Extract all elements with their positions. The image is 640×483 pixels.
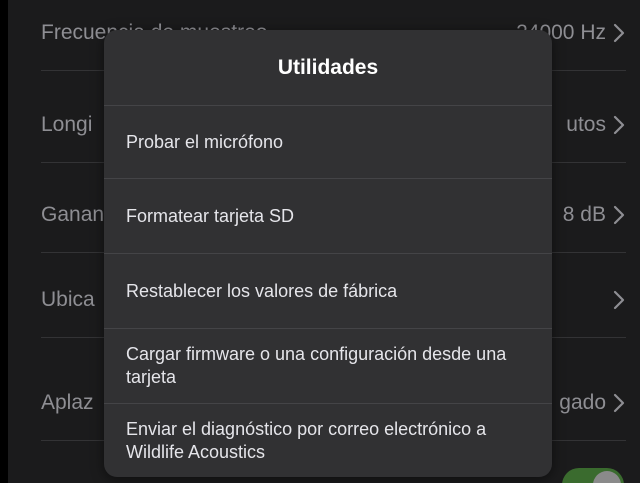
menu-item-label: Probar el micrófono <box>126 131 284 152</box>
chevron-right-icon <box>613 115 625 135</box>
menu-item-load-firmware[interactable]: Cargar firmware o una configuración desd… <box>104 329 552 404</box>
chevron-right-icon <box>613 205 625 225</box>
menu-item-test-microphone[interactable]: Probar el micrófono <box>104 106 552 179</box>
chevron-right-icon <box>613 23 625 43</box>
menu-item-factory-reset[interactable]: Restablecer los valores de fábrica <box>104 254 552 329</box>
menu-item-label: Enviar el diagnóstico por correo electró… <box>126 418 487 462</box>
chevron-right-icon <box>613 290 625 310</box>
settings-row-value-text: utos <box>566 113 606 136</box>
menu-item-format-sd-card[interactable]: Formatear tarjeta SD <box>104 179 552 254</box>
menu-item-label: Restablecer los valores de fábrica <box>126 280 398 301</box>
settings-row-value: gado <box>559 391 626 415</box>
settings-row-label: Ganan <box>41 203 105 226</box>
menu-title: Utilidades <box>104 30 552 106</box>
settings-row-value <box>606 290 626 310</box>
settings-row-value-text: gado <box>559 391 606 414</box>
settings-row-label: Longi <box>41 113 93 136</box>
screen: Frecuencia de muestreo 24000 Hz Longi ut… <box>0 0 640 483</box>
settings-row-value: utos <box>566 113 626 137</box>
menu-item-label: Formatear tarjeta SD <box>126 205 295 226</box>
utilities-menu: Utilidades Probar el micrófono Formatear… <box>104 30 552 477</box>
settings-row-label: Aplaz <box>41 391 94 414</box>
settings-toggle-switch[interactable] <box>562 468 624 483</box>
menu-item-email-diagnostics[interactable]: Enviar el diagnóstico por correo electró… <box>104 404 552 477</box>
menu-item-label: Cargar firmware o una configuración desd… <box>126 344 507 387</box>
settings-row-value: 8 dB <box>563 203 626 227</box>
chevron-right-icon <box>613 393 625 413</box>
toggle-knob <box>593 471 621 483</box>
settings-row-value-text: 8 dB <box>562 203 606 226</box>
settings-row-label: Ubica <box>41 288 95 311</box>
